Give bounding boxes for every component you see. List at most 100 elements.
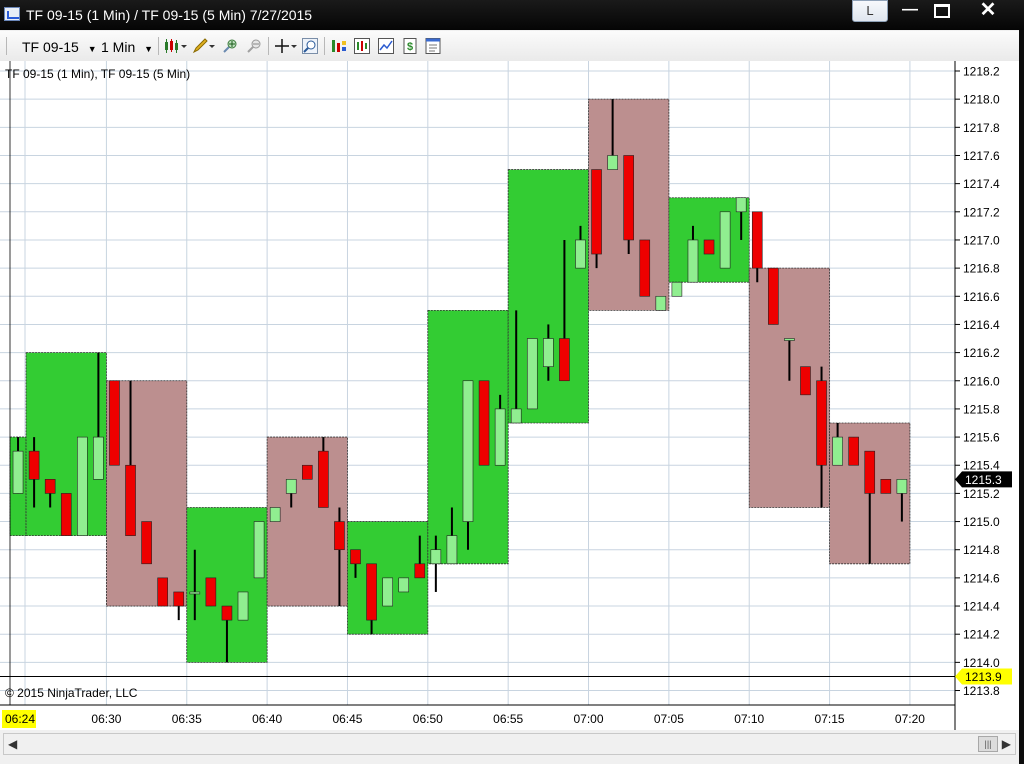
candle-body xyxy=(301,464,313,480)
drawing-tools-icon[interactable] xyxy=(192,38,216,54)
candle-body xyxy=(510,408,522,424)
y-tick-label: 1217.8 xyxy=(963,121,1000,135)
x-tick-label: 06:40 xyxy=(252,712,282,726)
crosshair-icon[interactable] xyxy=(274,38,298,54)
price-chart[interactable]: 1218.2 1218.0 1217.8 1217.6 1217.4 1217.2 1217… xyxy=(0,61,1019,733)
horizontal-scrollbar[interactable]: ◀ ||| ▶ xyxy=(3,733,1016,755)
toolbar-grip xyxy=(6,37,7,55)
candle-body xyxy=(12,450,24,494)
candle-body xyxy=(237,591,249,621)
candle-body xyxy=(414,563,426,579)
chevron-down-icon: ▼ xyxy=(87,44,97,54)
start-time-label: 06:24 xyxy=(5,712,35,726)
candle-body xyxy=(703,239,715,255)
candle-body xyxy=(494,408,506,466)
x-tick-label: 06:35 xyxy=(172,712,202,726)
candle-body xyxy=(671,281,683,297)
y-tick-label: 1216.2 xyxy=(963,346,1000,360)
chart-toolbar: TF 09-15 ▼ 1 Min ▼ $ xyxy=(0,31,1019,62)
y-tick-label: 1214.4 xyxy=(963,600,1000,614)
candle-body xyxy=(60,493,72,536)
scroll-right-arrow-icon[interactable]: ▶ xyxy=(1002,737,1011,751)
y-tick-label: 1214.8 xyxy=(963,543,1000,557)
candle-body xyxy=(559,338,570,382)
y-tick-label: 1214.2 xyxy=(963,628,1000,642)
chart-style-icon[interactable] xyxy=(164,38,188,54)
zoom-in-icon[interactable] xyxy=(222,38,238,54)
y-tick-label: 1215.0 xyxy=(963,515,1000,529)
y-tick-label: 1218.0 xyxy=(963,93,1000,107)
instrument-selector[interactable]: TF 09-15 ▼ xyxy=(22,39,97,55)
candle-body xyxy=(189,591,201,595)
toolbar-separator xyxy=(268,37,269,55)
copyright-text: © 2015 NinjaTrader, LLC xyxy=(5,686,138,700)
y-tick-label: 1217.2 xyxy=(963,205,1000,219)
x-tick-label: 07:20 xyxy=(895,712,925,726)
chart-trader-icon[interactable] xyxy=(331,38,347,54)
x-tick-label: 07:10 xyxy=(734,712,764,726)
scroll-left-arrow-icon[interactable]: ◀ xyxy=(8,737,17,751)
toolbar-separator xyxy=(324,37,325,55)
candle-body xyxy=(816,380,827,466)
candle-body xyxy=(655,295,667,311)
marker-price-tag: 1213.9 xyxy=(965,670,1002,684)
candle-body xyxy=(382,577,393,607)
scrollbar-thumb[interactable]: ||| xyxy=(978,736,998,752)
candle-body xyxy=(173,591,185,607)
x-tick-label: 06:50 xyxy=(413,712,443,726)
candle-body xyxy=(768,267,779,325)
y-tick-label: 1216.4 xyxy=(963,318,1000,332)
maximize-icon[interactable] xyxy=(926,0,958,22)
strategies-icon[interactable]: $ xyxy=(402,38,418,54)
x-tick-label: 06:45 xyxy=(332,712,362,726)
x-tick-label: 07:15 xyxy=(815,712,845,726)
candle-body xyxy=(639,239,651,297)
x-tick-label: 07:05 xyxy=(654,712,684,726)
link-button[interactable]: L xyxy=(852,0,888,22)
properties-icon[interactable] xyxy=(425,38,441,54)
candle-body xyxy=(28,450,40,480)
instrument-label: TF 09-15 xyxy=(22,39,79,55)
y-tick-label: 1213.8 xyxy=(963,684,1000,698)
candle-body xyxy=(800,366,811,396)
candle-body xyxy=(350,549,361,565)
y-tick-label: 1217.4 xyxy=(963,177,1000,191)
candle-body xyxy=(205,577,217,607)
zoom-out-icon[interactable] xyxy=(246,38,262,54)
candle-body xyxy=(864,450,876,494)
y-tick-label: 1215.4 xyxy=(963,459,1000,473)
close-icon[interactable]: ✕ xyxy=(972,0,1004,22)
candle-body xyxy=(430,549,442,565)
minimize-icon[interactable]: — xyxy=(894,0,926,22)
toolbar-separator xyxy=(158,37,159,55)
candle-body xyxy=(880,479,892,494)
chart-window-icon xyxy=(4,7,20,21)
interval-selector[interactable]: 1 Min ▼ xyxy=(101,39,153,55)
candle-body xyxy=(751,211,763,269)
candle-body xyxy=(687,239,699,283)
candle-body xyxy=(221,605,233,621)
y-tick-label: 1217.6 xyxy=(963,149,1000,163)
data-box-icon[interactable] xyxy=(354,38,370,54)
indicators-icon[interactable] xyxy=(378,38,394,54)
candle-body xyxy=(285,479,297,494)
candle-body xyxy=(607,155,618,170)
candle-body xyxy=(141,521,152,565)
y-tick-label: 1216.6 xyxy=(963,290,1000,304)
window-border xyxy=(1019,30,1024,764)
candle-body xyxy=(784,338,795,341)
y-tick-label: 1215.2 xyxy=(963,487,1000,501)
x-tick-label: 07:00 xyxy=(574,712,604,726)
candle-body xyxy=(109,380,120,466)
y-tick-label: 1215.8 xyxy=(963,402,1000,416)
chevron-down-icon: ▼ xyxy=(144,44,154,54)
candle-body xyxy=(253,521,265,579)
interval-label: 1 Min xyxy=(101,39,136,55)
x-tick-label: 06:55 xyxy=(493,712,523,726)
candle-body xyxy=(896,479,908,494)
candle-body xyxy=(334,521,345,551)
candle-body xyxy=(318,450,329,508)
candle-body xyxy=(735,197,747,213)
candle-body xyxy=(526,338,538,410)
magnifier-icon[interactable] xyxy=(302,38,318,54)
